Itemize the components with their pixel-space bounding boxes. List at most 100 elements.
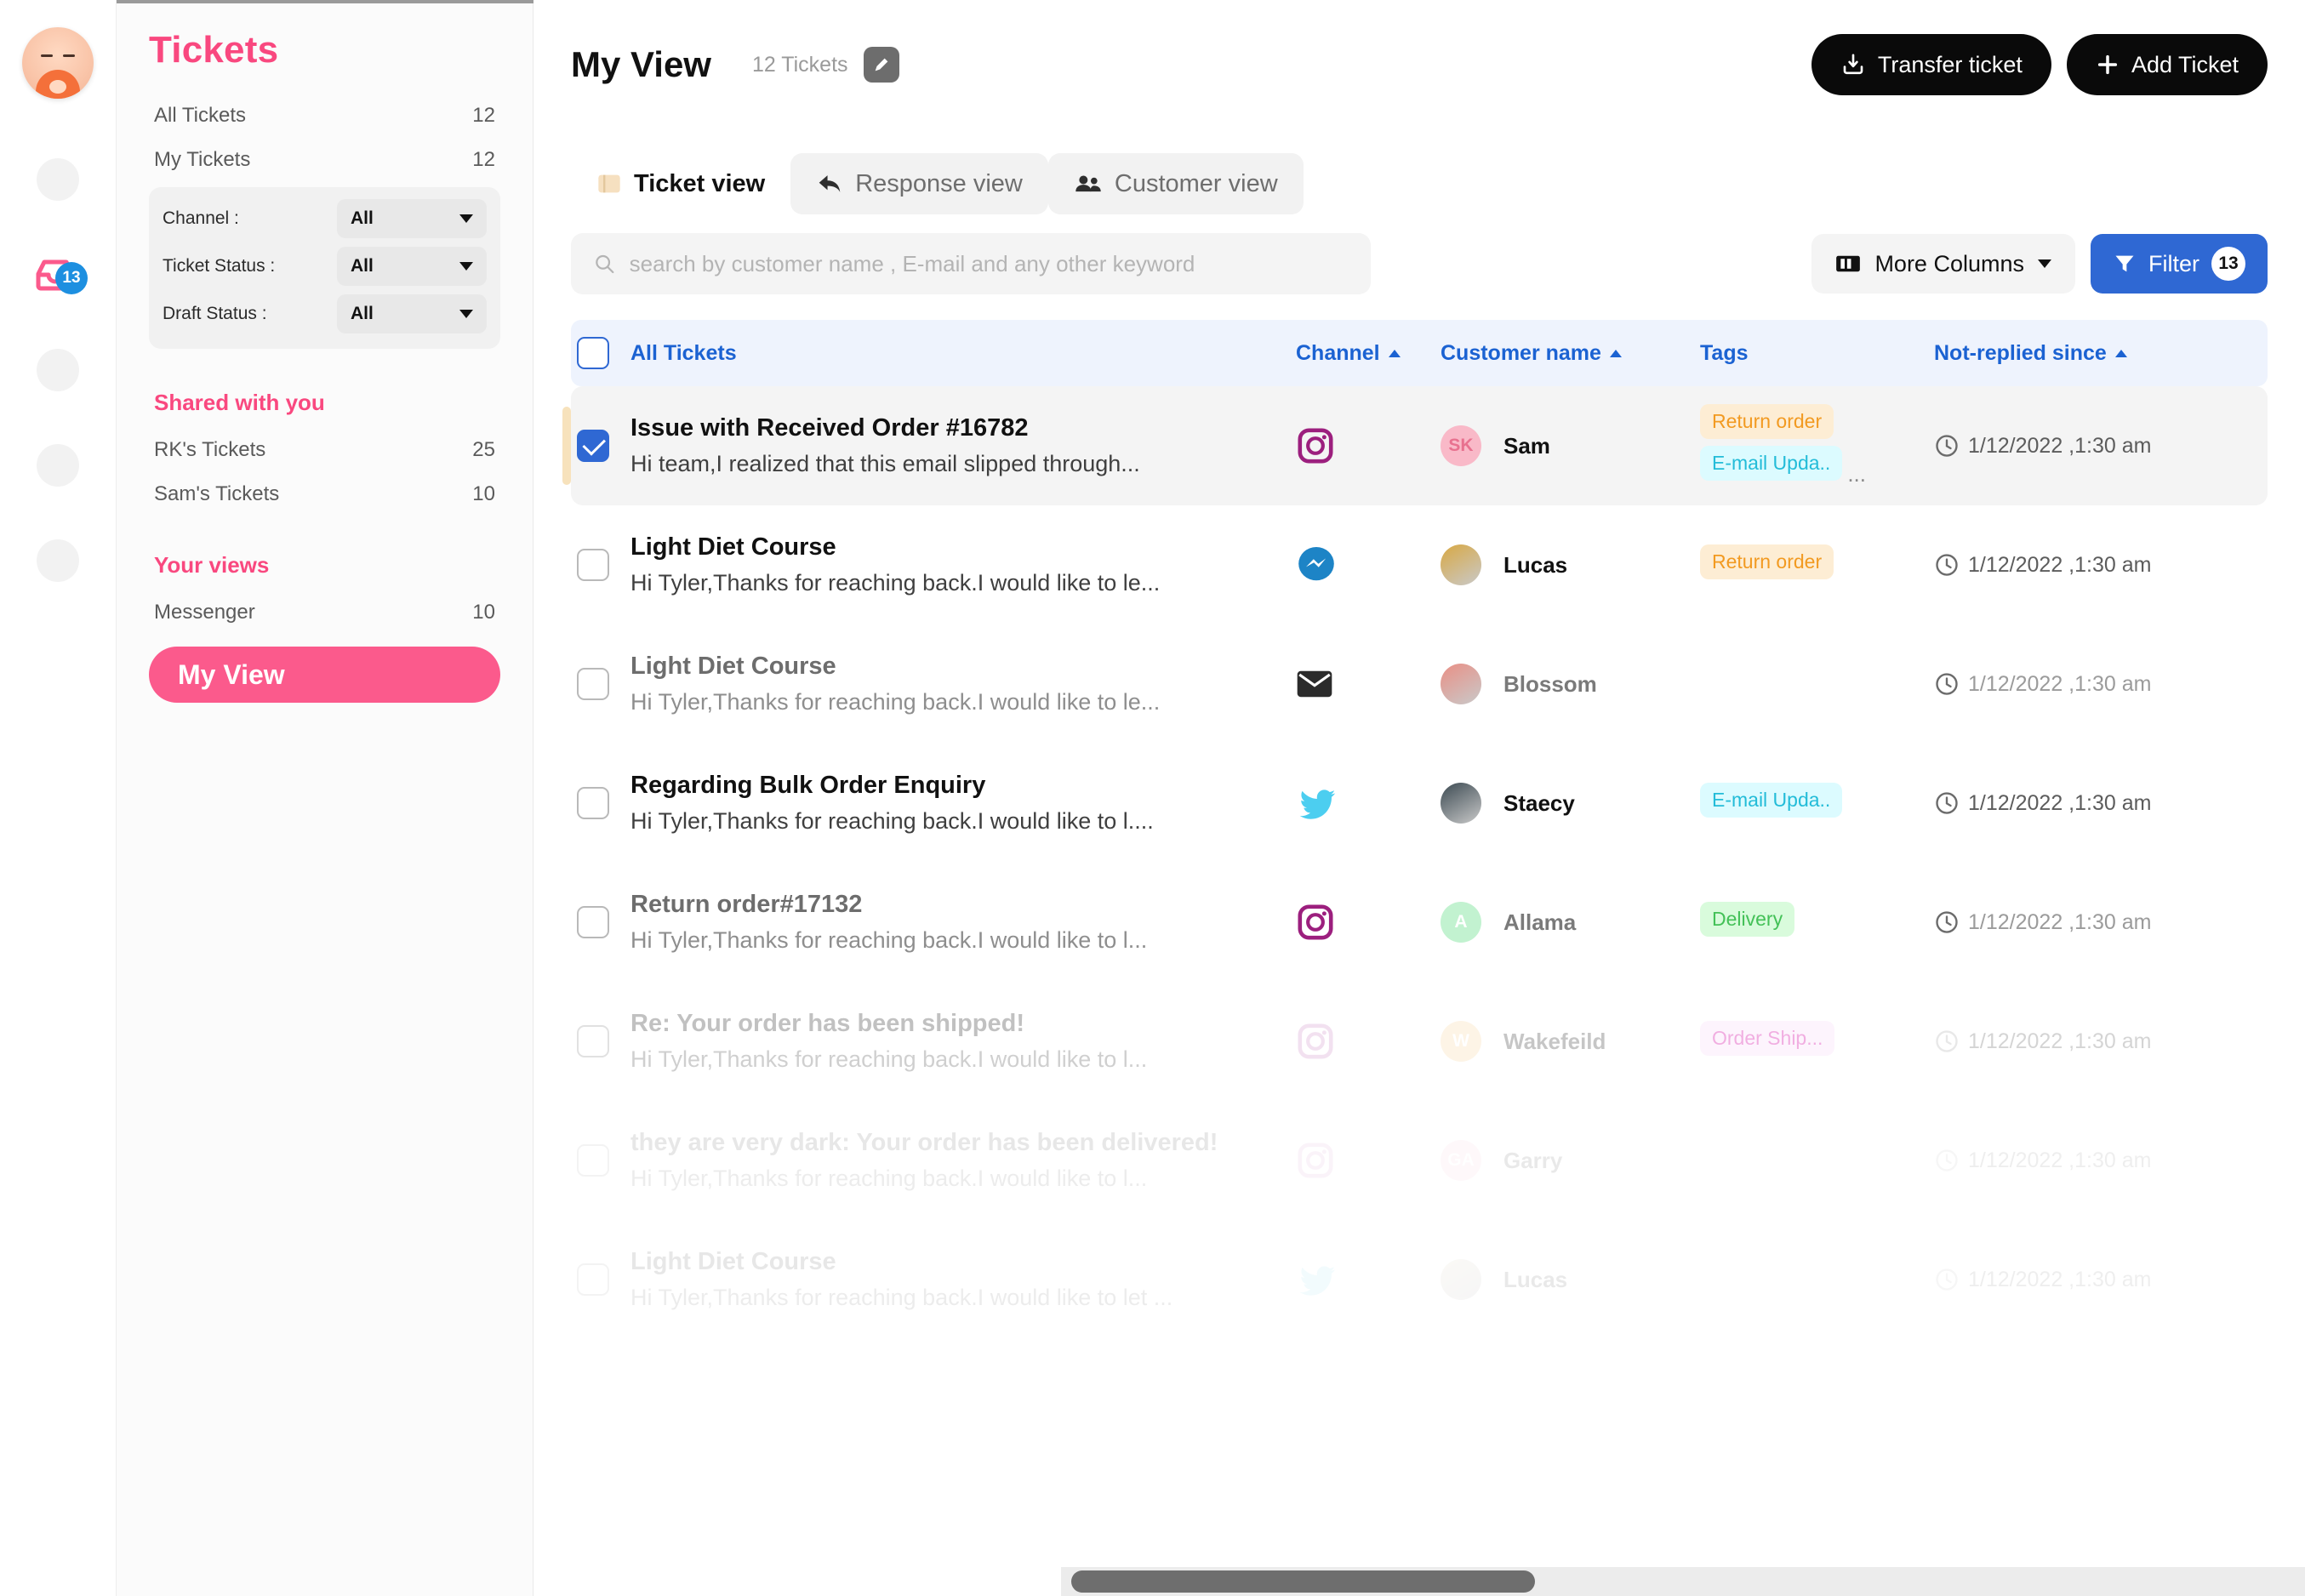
more-columns-button[interactable]: More Columns [1811, 234, 2075, 294]
columns-icon [1836, 255, 1861, 272]
column-header-channel[interactable]: Channel [1296, 341, 1441, 366]
row-checkbox[interactable] [577, 1144, 609, 1177]
table-row[interactable]: Return order#17132 Hi Tyler,Thanks for r… [571, 863, 2268, 982]
row-timestamp: 1/12/2022 ,1:30 am [1968, 790, 2152, 815]
transfer-ticket-button[interactable]: Transfer ticket [1811, 34, 2051, 95]
table-row[interactable]: Issue with Received Order #16782 Hi team… [562, 386, 2268, 505]
table-row[interactable]: Regarding Bulk Order Enquiry Hi Tyler,Th… [571, 744, 2268, 863]
row-checkbox-cell[interactable] [571, 549, 615, 581]
sidebar-item-my-view[interactable]: My View [149, 647, 500, 703]
table-row[interactable]: they are very dark: Your order has been … [571, 1101, 2268, 1220]
row-checkbox-cell[interactable] [571, 430, 615, 462]
row-checkbox[interactable] [577, 1263, 609, 1296]
sidebar-item-all-tickets[interactable]: All Tickets 12 [149, 94, 500, 138]
tab-response-view[interactable]: Response view [790, 153, 1048, 214]
app-root: 13 Tickets All Tickets 12 My Tickets 12 … [0, 0, 2305, 1596]
row-checkbox-cell[interactable] [571, 1025, 615, 1057]
column-header-customer-name[interactable]: Customer name [1441, 341, 1700, 366]
row-timestamp: 1/12/2022 ,1:30 am [1968, 1267, 2152, 1291]
clock-icon [1936, 435, 1958, 457]
draft-status-filter-select[interactable]: All [337, 294, 487, 333]
rail-dot-4[interactable] [37, 539, 79, 582]
row-subject-title: Light Diet Course [630, 653, 836, 680]
row-checkbox[interactable] [577, 549, 609, 581]
row-checkbox[interactable] [577, 668, 609, 700]
table-row[interactable]: Light Diet Course Hi Tyler,Thanks for re… [571, 1220, 2268, 1339]
sidebar-item-sams-tickets[interactable]: Sam's Tickets 10 [149, 472, 500, 516]
tag-badge[interactable]: Order Ship... [1700, 1020, 1835, 1056]
row-subject-cell[interactable]: Return order#17132 Hi Tyler,Thanks for r… [615, 891, 1296, 954]
table-row[interactable]: Re: Your order has been shipped! Hi Tyle… [571, 982, 2268, 1101]
row-subject-cell[interactable]: Issue with Received Order #16782 Hi team… [615, 414, 1296, 477]
sidebar-item-label: All Tickets [154, 104, 247, 127]
row-checkbox[interactable] [577, 787, 609, 819]
tab-ticket-view[interactable]: Ticket view [571, 153, 790, 214]
row-checkbox[interactable] [577, 906, 609, 938]
row-time-cell: 1/12/2022 ,1:30 am [1934, 671, 2268, 697]
tag-badge[interactable]: Return order [1700, 544, 1834, 579]
filter-row-ticket-status: Ticket Status : All [163, 247, 487, 286]
horizontal-scrollbar-track[interactable] [1061, 1567, 2305, 1596]
select-all-checkbox[interactable] [577, 337, 609, 369]
row-subject-title: Light Diet Course [630, 1248, 836, 1275]
sidebar-item-count: 12 [472, 148, 495, 171]
row-timestamp: 1/12/2022 ,1:30 am [1968, 1148, 2152, 1172]
search-box[interactable] [571, 233, 1371, 294]
row-subject-cell[interactable]: Regarding Bulk Order Enquiry Hi Tyler,Th… [615, 772, 1296, 835]
sidebar-item-my-tickets[interactable]: My Tickets 12 [149, 138, 500, 182]
table-row[interactable]: Light Diet Course Hi Tyler,Thanks for re… [571, 505, 2268, 624]
row-checkbox-cell[interactable] [571, 668, 615, 700]
sidebar-item-rks-tickets[interactable]: RK's Tickets 25 [149, 428, 500, 472]
avatar [1441, 1259, 1481, 1300]
column-header-all-tickets[interactable]: All Tickets [615, 341, 1296, 366]
sidebar-item-count: 10 [472, 601, 495, 624]
add-ticket-button[interactable]: Add Ticket [2066, 34, 2268, 95]
row-checkbox[interactable] [577, 1025, 609, 1057]
channel-filter-select[interactable]: All [337, 199, 487, 238]
row-customer-cell: A Allama [1441, 902, 1700, 943]
inbox-icon[interactable]: 13 [33, 254, 88, 296]
tag-badge[interactable]: Return order [1700, 404, 1834, 439]
row-subject-cell[interactable]: Re: Your order has been shipped! Hi Tyle… [615, 1010, 1296, 1073]
pencil-icon[interactable] [863, 47, 899, 83]
column-header-tags[interactable]: Tags [1700, 341, 1934, 366]
row-channel-cell [1296, 1022, 1441, 1061]
rail-dot-2[interactable] [37, 349, 79, 391]
row-checkbox-cell[interactable] [571, 1263, 615, 1296]
horizontal-scrollbar-thumb[interactable] [1071, 1570, 1535, 1593]
user-avatar[interactable] [22, 27, 94, 99]
row-subject-title: Issue with Received Order #16782 [630, 414, 1029, 442]
twitter-icon [1299, 1266, 1336, 1296]
tag-badge[interactable]: E-mail Upda.. [1700, 446, 1843, 481]
sidebar-item-messenger[interactable]: Messenger 10 [149, 590, 500, 635]
column-header-not-replied-since[interactable]: Not-replied since [1934, 341, 2268, 366]
row-checkbox-cell[interactable] [571, 787, 615, 819]
select-all-checkbox-cell[interactable] [571, 337, 615, 369]
row-checkbox-cell[interactable] [571, 906, 615, 938]
row-subject-title: Light Diet Course [630, 533, 836, 561]
rail-dot-3[interactable] [37, 444, 79, 487]
sidebar-item-count: 12 [472, 104, 495, 127]
row-subject-cell[interactable]: they are very dark: Your order has been … [615, 1129, 1296, 1192]
tag-badge[interactable]: Delivery [1700, 901, 1795, 937]
tags-overflow-indicator[interactable]: ... [1847, 461, 1866, 487]
instagram-icon [1298, 428, 1333, 464]
filter-label: Filter [2148, 250, 2199, 276]
clock-icon [1936, 1030, 1958, 1052]
ticket-status-filter-select[interactable]: All [337, 247, 487, 286]
search-input[interactable] [629, 250, 1349, 277]
tag-badge[interactable]: E-mail Upda.. [1700, 782, 1843, 818]
row-subject-cell[interactable]: Light Diet Course Hi Tyler,Thanks for re… [615, 533, 1296, 596]
avatar: GA [1441, 1140, 1481, 1181]
row-checkbox[interactable] [577, 430, 609, 462]
tab-customer-view[interactable]: Customer view [1047, 153, 1304, 214]
row-checkbox-cell[interactable] [571, 1144, 615, 1177]
rail-dot-1[interactable] [37, 158, 79, 201]
row-subject-cell[interactable]: Light Diet Course Hi Tyler,Thanks for re… [615, 653, 1296, 715]
filter-button[interactable]: Filter 13 [2091, 234, 2268, 294]
row-subject-title: Return order#17132 [630, 891, 863, 918]
inbox-badge: 13 [55, 262, 88, 294]
table-row[interactable]: Light Diet Course Hi Tyler,Thanks for re… [571, 624, 2268, 744]
row-subject-cell[interactable]: Light Diet Course Hi Tyler,Thanks for re… [615, 1248, 1296, 1311]
email-icon [1297, 670, 1332, 698]
